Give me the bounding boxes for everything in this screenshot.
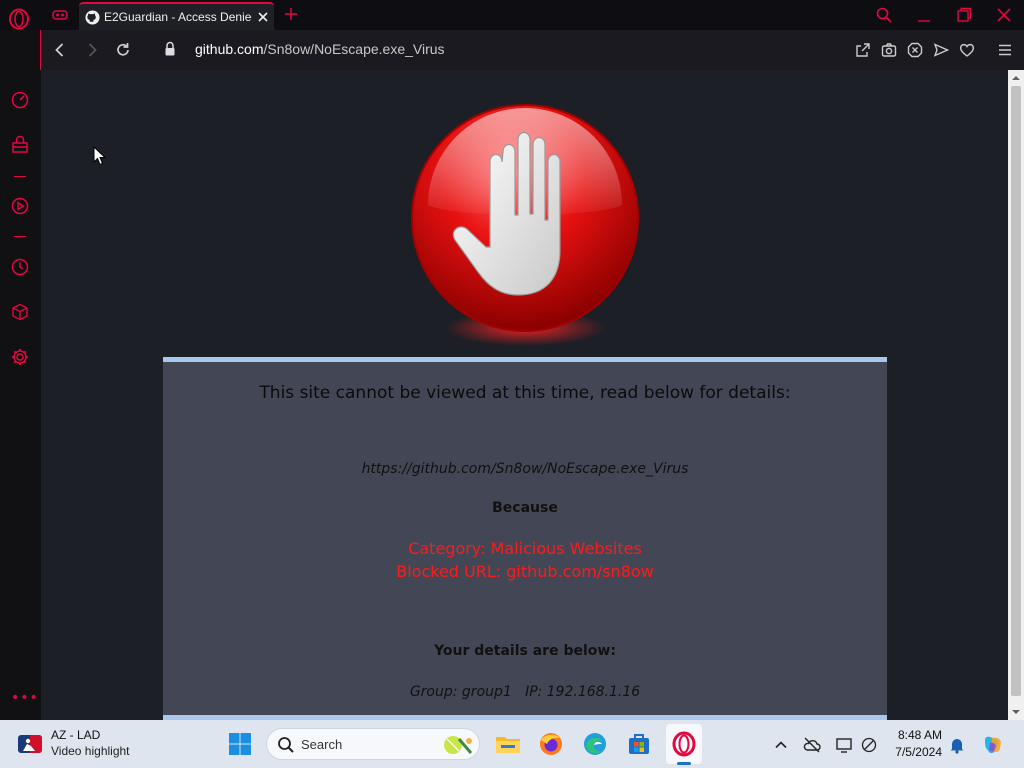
mlb-logo-icon <box>18 735 42 753</box>
back-icon[interactable] <box>51 41 69 59</box>
shop-icon[interactable] <box>10 135 30 155</box>
sidebar-separator <box>14 236 26 237</box>
search-placeholder: Search <box>301 737 343 752</box>
show-hidden-icons-chevron-icon[interactable] <box>772 736 790 754</box>
search-tabs-icon[interactable] <box>875 6 893 24</box>
widget-subtitle: Video highlight <box>51 744 130 758</box>
url-field[interactable]: github.com/Sn8ow/NoEscape.exe_Virus <box>195 41 445 57</box>
reload-icon[interactable] <box>114 41 132 59</box>
easy-setup-menu-icon[interactable] <box>997 42 1013 58</box>
snapshot-icon[interactable] <box>881 42 897 58</box>
opera-taskbar-icon[interactable] <box>670 730 698 758</box>
minimize-icon[interactable] <box>915 6 933 24</box>
display-icon[interactable] <box>835 736 853 754</box>
settings-gear-icon[interactable] <box>10 347 30 367</box>
new-tab-icon[interactable] <box>283 6 299 22</box>
mouse-cursor-icon <box>93 146 106 166</box>
copilot-icon[interactable] <box>982 734 1004 756</box>
tab-bar: E2Guardian - Access Denied <box>0 0 1024 30</box>
because-label: Because <box>492 500 558 516</box>
tab-title: E2Guardian - Access Denied <box>104 10 252 24</box>
clock-time[interactable]: 8:48 AM <box>892 728 942 742</box>
active-tab[interactable]: E2Guardian - Access Denied <box>79 2 274 30</box>
sidebar: ••• <box>0 30 40 720</box>
active-app-indicator <box>677 762 691 765</box>
opera-logo-icon[interactable] <box>8 8 30 30</box>
block-category: Category: Malicious Websites <box>408 539 642 558</box>
close-tab-icon[interactable] <box>256 10 270 24</box>
share-icon[interactable] <box>855 42 871 58</box>
access-denied-panel: This site cannot be viewed at this time,… <box>163 357 887 720</box>
url-path: /Sn8ow/NoEscape.exe_Virus <box>263 41 445 57</box>
extensions-cube-icon[interactable] <box>10 302 30 322</box>
firefox-icon[interactable] <box>537 730 565 758</box>
widget-title: AZ - LAD <box>51 728 101 742</box>
sidebar-separator <box>14 176 26 177</box>
ad-blocker-icon[interactable] <box>907 42 923 58</box>
blocked-url: https://github.com/Sn8ow/NoEscape.exe_Vi… <box>361 461 689 477</box>
windows-start-icon[interactable] <box>228 732 252 756</box>
scroll-down-icon[interactable] <box>1012 708 1020 716</box>
network-icon[interactable] <box>860 736 878 754</box>
group-ip-info: Group: group1 IP: 192.168.1.16 <box>409 684 641 700</box>
notifications-bell-icon[interactable] <box>948 736 966 754</box>
scrollbar-thumb[interactable] <box>1011 86 1021 696</box>
onedrive-offline-icon[interactable] <box>803 736 821 754</box>
file-explorer-icon[interactable] <box>494 730 522 758</box>
block-rule: Blocked URL: github.com/sn8ow <box>396 562 654 581</box>
restore-icon[interactable] <box>955 6 973 24</box>
scroll-up-icon[interactable] <box>1012 74 1020 82</box>
microsoft-store-icon[interactable] <box>625 730 653 758</box>
github-icon <box>85 9 100 25</box>
speed-dial-icon[interactable] <box>10 90 30 110</box>
player-icon[interactable] <box>10 196 30 216</box>
sidebar-more-icon[interactable]: ••• <box>11 690 39 706</box>
block-heading: This site cannot be viewed at this time,… <box>259 383 791 403</box>
address-bar: github.com/Sn8ow/NoEscape.exe_Virus <box>40 30 1024 70</box>
edge-icon[interactable] <box>581 730 609 758</box>
history-icon[interactable] <box>10 257 30 277</box>
url-host: github.com <box>195 41 264 57</box>
bookmark-heart-icon[interactable] <box>959 42 975 58</box>
taskbar-search[interactable]: Search <box>266 728 480 760</box>
search-highlight-art-icon <box>444 736 473 754</box>
close-window-icon[interactable] <box>995 6 1013 24</box>
taskbar: AZ - LAD Video highlight Search 8:48 AM … <box>0 720 1024 768</box>
gaming-tab-icon[interactable] <box>51 6 69 24</box>
page-content: This site cannot be viewed at this time,… <box>41 70 1008 720</box>
details-label: Your details are below: <box>434 643 616 659</box>
vertical-scrollbar[interactable] <box>1008 70 1024 720</box>
stop-hand-icon <box>411 104 639 346</box>
search-icon <box>278 737 294 753</box>
lock-icon[interactable] <box>163 41 177 57</box>
forward-icon[interactable] <box>83 41 101 59</box>
send-icon[interactable] <box>933 42 949 58</box>
clock-date[interactable]: 7/5/2024 <box>886 745 942 759</box>
